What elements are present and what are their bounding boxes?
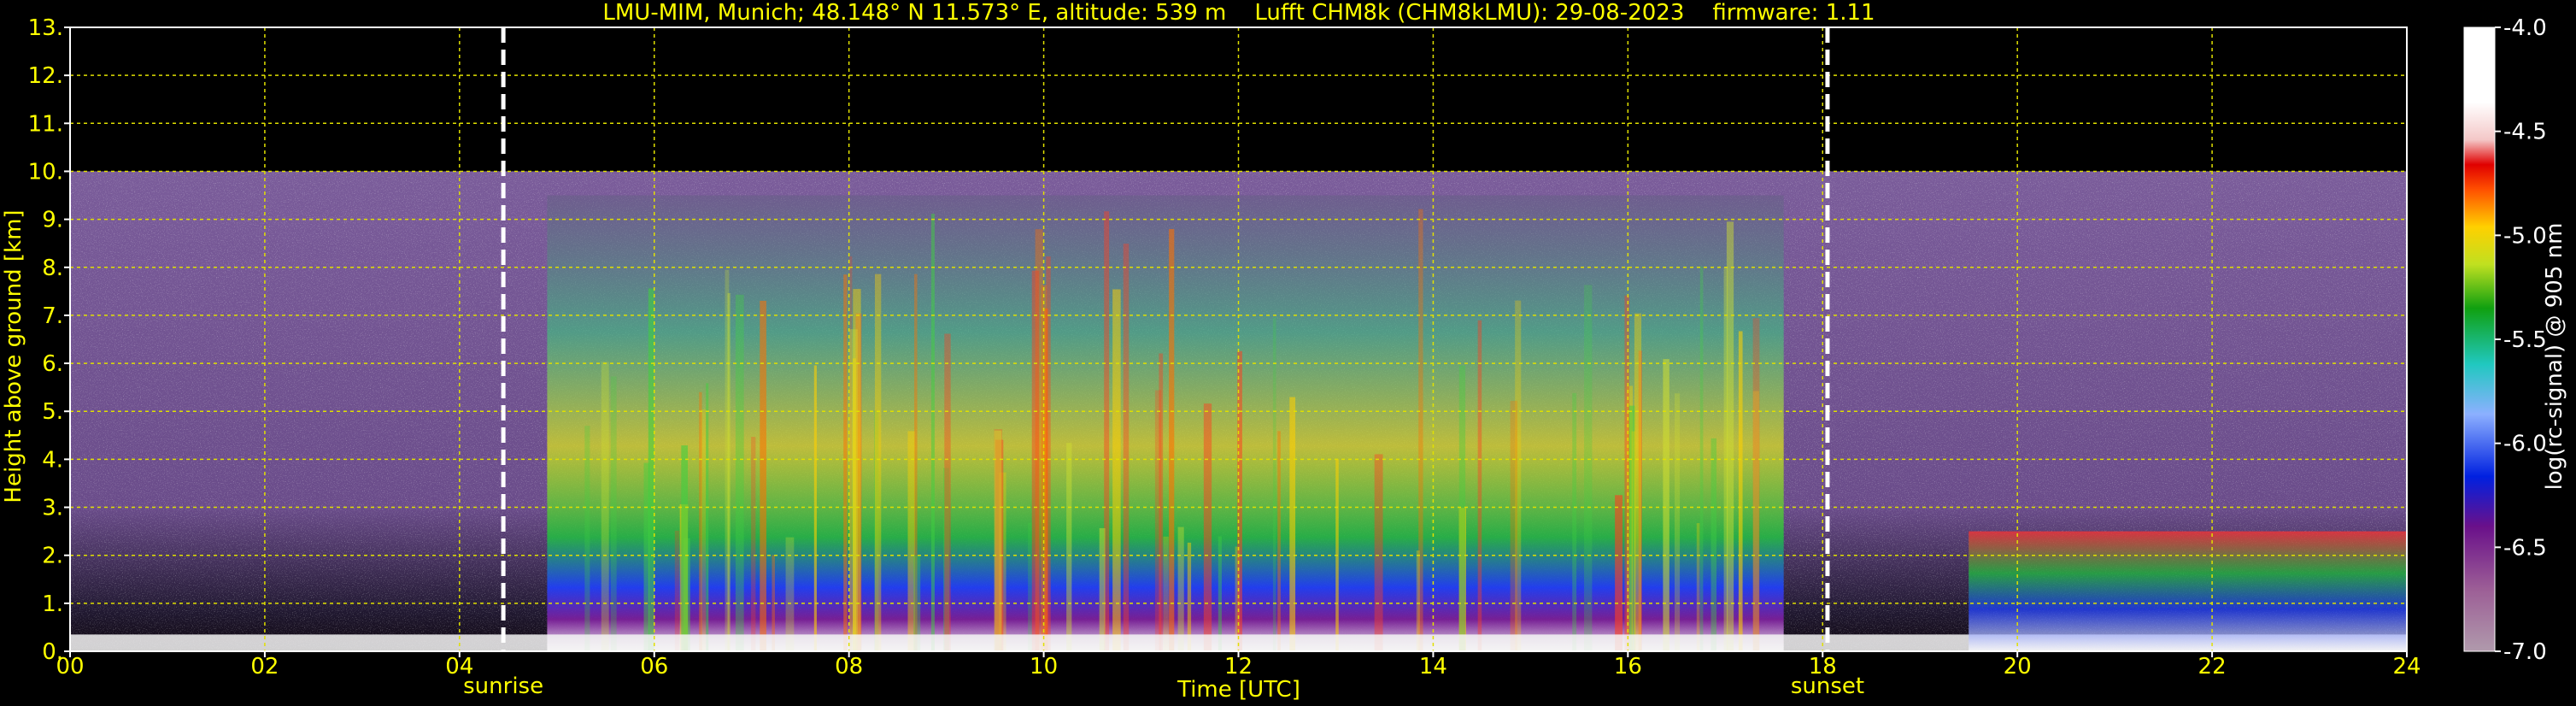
signal-plume — [760, 300, 766, 651]
colorbar: -4.0 -4.5 -5.0 -5.5 -6.0 -6.5 -7.0 — [2463, 15, 2547, 665]
colorbar-tick-label: -6.0 — [2503, 432, 2547, 457]
signal-plume — [1218, 536, 1222, 651]
y-tick-label: 6. — [42, 351, 63, 377]
signal-plume — [1177, 527, 1184, 651]
y-tick-label: 1. — [42, 591, 63, 617]
y-tick-label: 2. — [42, 544, 63, 569]
signal-plume — [610, 376, 617, 651]
colorbar-tick-label: -4.0 — [2503, 15, 2547, 41]
colorbar-tick-label: -5.5 — [2503, 327, 2547, 353]
x-tick-label: 10 — [1030, 654, 1058, 680]
signal-plume — [994, 430, 1002, 651]
y-tick-label: 13. — [28, 15, 63, 41]
signal-plume — [1624, 295, 1630, 651]
y-tick-label: 7. — [42, 303, 63, 329]
y-tick-label: 11. — [28, 111, 63, 137]
signal-plume — [813, 365, 817, 651]
colorbar-label: log(rc-signal) @ 905 nm — [2542, 223, 2567, 491]
signal-plume — [681, 445, 689, 651]
x-tick-label: 24 — [2392, 654, 2421, 680]
x-tick-label: 08 — [835, 654, 863, 680]
y-tick-label: 10. — [28, 159, 63, 185]
signal-plume — [1584, 285, 1593, 651]
y-tick-label: 3. — [42, 496, 63, 521]
signal-plume — [1031, 270, 1040, 651]
x-tick-label: 12 — [1224, 654, 1253, 680]
signal-plume — [1510, 401, 1517, 651]
x-tick-label: 14 — [1419, 654, 1447, 680]
signal-plume — [874, 274, 882, 651]
signal-plume — [930, 214, 935, 651]
signal-plume — [1615, 495, 1623, 651]
signal-plume — [843, 274, 848, 651]
signal-plume — [699, 391, 702, 651]
signal-plume — [785, 537, 795, 651]
signal-plume — [643, 462, 650, 651]
signal-plume — [706, 383, 709, 651]
colorbar-gradient — [2463, 26, 2496, 652]
signal-plume — [1272, 317, 1276, 651]
y-tick-label: 9. — [42, 208, 63, 233]
y-tick-label: 12. — [28, 63, 63, 89]
colorbar-tick-label: -6.5 — [2503, 535, 2547, 561]
evening-low-layer — [1969, 531, 2407, 651]
signal-plume — [1477, 320, 1482, 651]
ceilometer-chart: sunrise sunset 00 02 04 06 08 10 12 14 16 18 20 22 24… — [1, 0, 2567, 703]
signal-plume — [1154, 390, 1162, 651]
signal-plume — [1663, 359, 1669, 651]
x-tick-label: 04 — [445, 654, 473, 680]
signal-plume — [1374, 454, 1383, 651]
colorbar-tick-label: -5.0 — [2503, 223, 2547, 249]
signal-plume — [1289, 397, 1296, 651]
signal-plume — [751, 437, 756, 651]
x-tick-label: 18 — [1809, 654, 1837, 680]
signal-plume — [1752, 318, 1760, 651]
colorbar-tick-label: -7.0 — [2503, 639, 2547, 665]
signal-plume — [1634, 313, 1642, 651]
x-tick-label: 02 — [250, 654, 279, 680]
signal-plume — [1123, 244, 1130, 651]
signal-plume — [1112, 289, 1121, 651]
y-tick-label: 5. — [42, 399, 63, 425]
signal-plume — [1458, 365, 1466, 651]
signal-plume — [1028, 522, 1032, 651]
signal-plume — [674, 530, 679, 651]
signal-plume — [735, 294, 744, 651]
x-tick-label: 06 — [640, 654, 668, 680]
signal-plume — [1163, 536, 1169, 651]
signal-plume — [1699, 266, 1704, 651]
x-tick-label: 22 — [2198, 654, 2227, 680]
signal-plume — [1099, 527, 1106, 651]
y-tick-label: 4. — [42, 447, 63, 473]
signal-plume — [1203, 403, 1212, 651]
signal-plume — [1572, 392, 1577, 651]
signal-plume — [1169, 228, 1175, 651]
signal-plume — [727, 292, 731, 651]
signal-plume — [1696, 523, 1700, 651]
x-tick-label: 16 — [1614, 654, 1642, 680]
signal-plume — [601, 362, 609, 651]
x-axis-label: Time [UTC] — [1177, 677, 1300, 703]
y-axis-label: Height above ground [km] — [1, 209, 26, 503]
signal-plume — [1674, 393, 1681, 651]
signal-plume — [1710, 438, 1717, 651]
x-tick-label: 20 — [2004, 654, 2032, 680]
event-label-sunrise: sunrise — [463, 674, 543, 699]
chart-title: LMU-MIM, Munich; 48.148° N 11.573° E, al… — [602, 0, 1875, 26]
colorbar-tick-label: -4.5 — [2503, 120, 2547, 145]
signal-plume — [1066, 443, 1072, 651]
signal-plume — [1277, 431, 1281, 651]
y-tick-label: 0. — [42, 639, 63, 665]
y-tick-label: 8. — [42, 256, 63, 281]
